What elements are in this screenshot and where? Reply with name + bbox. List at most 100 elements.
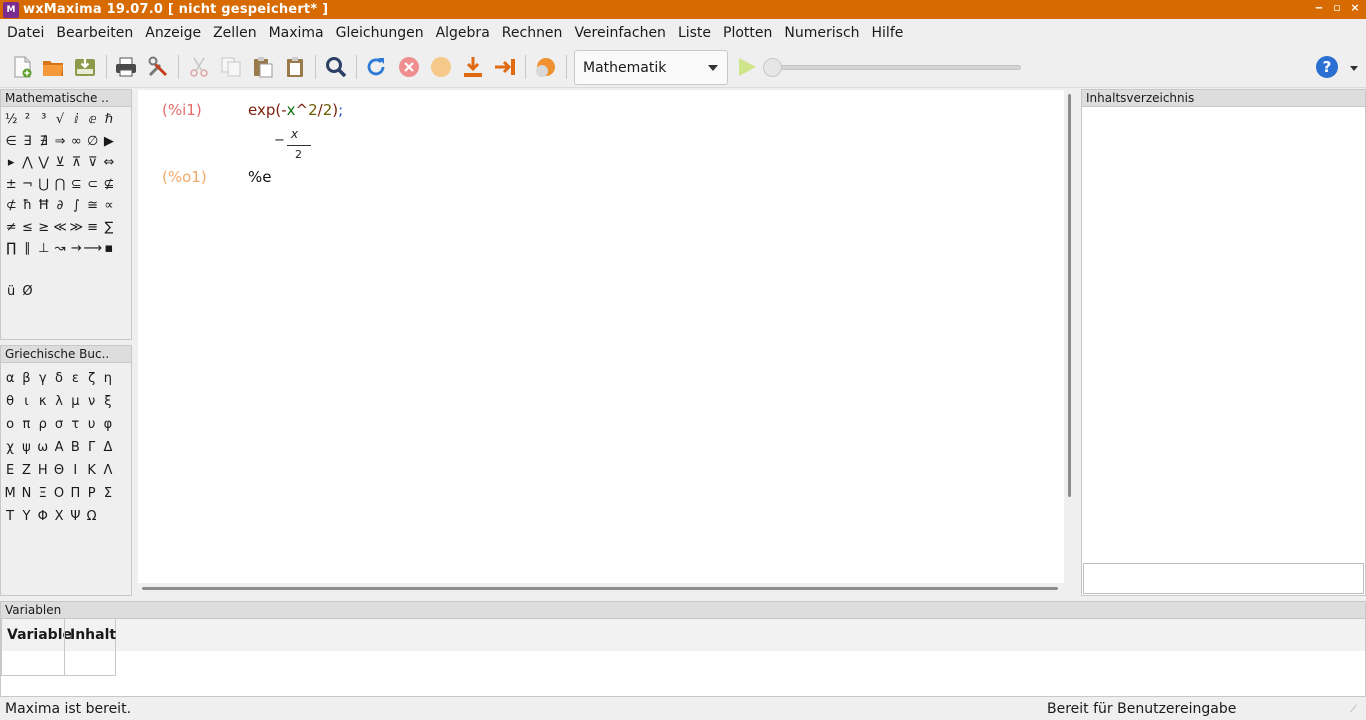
greek-letter-button[interactable]: Λ <box>100 459 116 482</box>
math-symbol-button[interactable]: ⊄ <box>3 195 19 217</box>
save-icon[interactable] <box>71 53 99 81</box>
input-cell[interactable]: exp(-x^2/2); <box>248 101 343 119</box>
paste-icon[interactable] <box>249 53 277 81</box>
math-symbol-button[interactable]: ⊂ <box>84 174 100 196</box>
greek-letter-button[interactable]: Κ <box>83 459 99 482</box>
minimize-button[interactable]: ‒ <box>1314 1 1324 14</box>
greek-letter-button[interactable]: Ι <box>67 459 83 482</box>
animation-slider-handle[interactable] <box>763 58 782 77</box>
greek-letter-button[interactable]: δ <box>51 367 67 390</box>
math-symbol-button[interactable]: ⊻ <box>52 152 68 174</box>
math-symbol-button[interactable]: ∂ <box>52 195 68 217</box>
greek-letter-button[interactable]: Υ <box>18 505 34 528</box>
greek-letter-button[interactable]: λ <box>51 390 67 413</box>
interrupt-icon[interactable] <box>395 53 423 81</box>
greek-letter-button[interactable]: Ε <box>2 459 18 482</box>
math-symbol-button[interactable]: ℏ <box>101 109 117 131</box>
worksheet-vertical-scrollbar[interactable] <box>1068 94 1071 497</box>
menu-numerisch[interactable]: Numerisch <box>784 25 859 41</box>
worksheet[interactable] <box>138 90 1064 583</box>
menu-algebra[interactable]: Algebra <box>436 25 490 41</box>
menu-datei[interactable]: Datei <box>7 25 44 41</box>
play-animation-icon[interactable] <box>733 53 761 81</box>
greek-letter-button[interactable]: χ <box>2 436 18 459</box>
greek-letter-button[interactable]: Ψ <box>67 505 83 528</box>
greek-letter-button[interactable]: α <box>2 367 18 390</box>
greek-letter-button[interactable]: θ <box>2 390 18 413</box>
close-button[interactable]: × <box>1350 1 1360 14</box>
greek-letter-button[interactable]: Θ <box>51 459 67 482</box>
toc-search-input[interactable] <box>1083 563 1364 594</box>
math-symbol-button[interactable]: ↝ <box>52 238 68 260</box>
greek-letter-button[interactable]: υ <box>83 413 99 436</box>
greek-letter-button[interactable]: Α <box>51 436 67 459</box>
preferences-icon[interactable] <box>144 53 172 81</box>
copy-icon[interactable] <box>217 53 245 81</box>
column-header-inhalt[interactable]: Inhalt <box>64 619 116 651</box>
greek-letter-button[interactable]: Η <box>35 459 51 482</box>
math-symbol-button[interactable]: ⊥ <box>36 238 52 260</box>
math-symbol-button[interactable] <box>68 260 84 282</box>
menu-plotten[interactable]: Plotten <box>723 25 772 41</box>
math-symbol-button[interactable]: ∞ <box>68 131 84 153</box>
math-symbol-button[interactable]: ¬ <box>19 174 35 196</box>
math-symbol-button[interactable]: ⅈ <box>68 109 84 131</box>
greek-letter-button[interactable]: Τ <box>2 505 18 528</box>
help-icon[interactable]: ? <box>1316 56 1338 78</box>
greek-letter-button[interactable]: φ <box>100 413 116 436</box>
greek-letter-button[interactable]: κ <box>35 390 51 413</box>
greek-letter-button[interactable]: ζ <box>83 367 99 390</box>
greek-letter-button[interactable]: ι <box>18 390 34 413</box>
math-symbol-button[interactable]: ▪ <box>101 238 117 260</box>
greek-letter-button[interactable]: ω <box>35 436 51 459</box>
resize-grip-icon[interactable]: ⟋ <box>1350 704 1357 715</box>
greek-letter-button[interactable]: Ζ <box>18 459 34 482</box>
paste-special-icon[interactable] <box>281 53 309 81</box>
greek-letter-button[interactable]: γ <box>35 367 51 390</box>
math-symbol-button[interactable]: ħ <box>19 195 35 217</box>
new-file-icon[interactable] <box>8 53 36 81</box>
restart-icon[interactable] <box>362 53 390 81</box>
math-symbol-button[interactable]: Ø <box>19 281 35 303</box>
math-symbol-button[interactable] <box>3 260 19 282</box>
math-symbol-button[interactable]: ⊽ <box>84 152 100 174</box>
math-symbol-button[interactable]: ∏ <box>3 238 19 260</box>
menu-maxima[interactable]: Maxima <box>269 25 324 41</box>
math-symbol-button[interactable]: ∈ <box>3 131 19 153</box>
math-symbol-button[interactable]: ≠ <box>3 217 19 239</box>
menu-bearbeiten[interactable]: Bearbeiten <box>56 25 133 41</box>
math-symbol-button[interactable]: ± <box>3 174 19 196</box>
math-symbol-button[interactable] <box>84 260 100 282</box>
math-symbol-button[interactable]: ⋀ <box>19 152 35 174</box>
greek-letter-button[interactable]: ξ <box>100 390 116 413</box>
math-symbol-button[interactable]: ∥ <box>19 238 35 260</box>
variable-value-cell[interactable] <box>64 651 116 676</box>
math-symbol-button[interactable]: ½ <box>3 109 19 131</box>
math-symbol-button[interactable]: ³ <box>36 109 52 131</box>
math-symbol-button[interactable]: ≤ <box>19 217 35 239</box>
math-symbol-button[interactable]: ⋂ <box>52 174 68 196</box>
greek-letter-button[interactable]: Ω <box>83 505 99 528</box>
math-symbol-button[interactable]: ∝ <box>101 195 117 217</box>
worksheet-horizontal-scrollbar[interactable] <box>142 587 1058 590</box>
math-symbol-button[interactable] <box>101 260 117 282</box>
toolbar-overflow-icon[interactable] <box>1350 66 1358 71</box>
math-symbol-button[interactable]: ² <box>19 109 35 131</box>
greek-letter-button[interactable]: η <box>100 367 116 390</box>
math-symbol-button[interactable]: ∅ <box>84 131 100 153</box>
greek-letter-button[interactable]: Χ <box>51 505 67 528</box>
math-symbol-button[interactable]: ⊈ <box>101 174 117 196</box>
evaluate-all-icon[interactable] <box>491 53 519 81</box>
greek-letter-button[interactable]: Γ <box>83 436 99 459</box>
greek-letter-button[interactable]: Μ <box>2 482 18 505</box>
animation-slider-track[interactable] <box>770 65 1021 70</box>
greek-letter-button[interactable]: σ <box>51 413 67 436</box>
math-symbol-button[interactable] <box>19 260 35 282</box>
math-symbol-button[interactable]: √ <box>52 109 68 131</box>
math-symbol-button[interactable]: ⋃ <box>36 174 52 196</box>
greek-letter-button[interactable]: μ <box>67 390 83 413</box>
cell-type-select[interactable]: Mathematik <box>574 50 728 85</box>
greek-letter-button[interactable]: ρ <box>35 413 51 436</box>
greek-letter-button[interactable]: Ξ <box>35 482 51 505</box>
math-symbol-button[interactable]: ∑ <box>101 217 117 239</box>
